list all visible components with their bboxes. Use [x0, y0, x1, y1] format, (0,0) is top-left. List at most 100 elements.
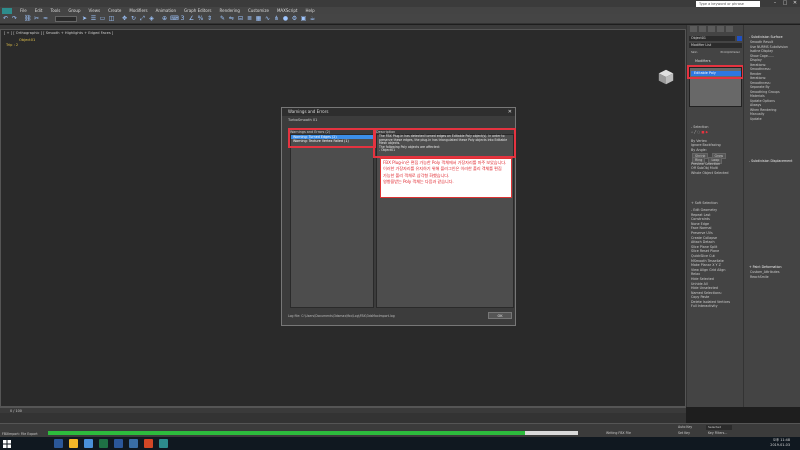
modify-tab-icon[interactable]: [699, 26, 706, 32]
select-object-icon[interactable]: ➤: [81, 15, 88, 22]
constraint-face-radio[interactable]: Face: [691, 226, 698, 230]
menu-modifiers[interactable]: Modifiers: [125, 7, 151, 14]
view-align-button[interactable]: View Align: [691, 268, 708, 272]
taskbar-word-icon[interactable]: [114, 439, 123, 448]
ok-button[interactable]: OK: [488, 312, 512, 319]
curve-editor-icon[interactable]: ∿: [264, 15, 271, 22]
warning-item-texture-vertex[interactable]: Warning: Texture Vertex Failed (1): [291, 139, 373, 143]
material-editor-icon[interactable]: ●: [282, 15, 289, 22]
schematic-view-icon[interactable]: ⋔: [273, 15, 280, 22]
layer-manager-icon[interactable]: ≣: [246, 15, 253, 22]
mirror-icon[interactable]: ⇋: [228, 15, 235, 22]
key-filters-button[interactable]: Key Filters...: [708, 431, 727, 435]
display-tab-icon[interactable]: [726, 26, 733, 32]
bind-space-warp-icon[interactable]: ≈: [42, 15, 49, 22]
align-icon[interactable]: ⊟: [237, 15, 244, 22]
object-name-field[interactable]: Object01: [689, 36, 735, 41]
spinner-snap-icon[interactable]: ⇕: [206, 15, 213, 22]
redo-icon[interactable]: ↷: [11, 15, 18, 22]
vertex-icon[interactable]: ∴: [691, 130, 693, 134]
preview-subobj-radio[interactable]: SubObj: [697, 166, 709, 170]
menu-help[interactable]: Help: [301, 7, 318, 14]
reset-plane-button[interactable]: Reset Plane: [700, 249, 719, 253]
msmooth-button[interactable]: MSmooth: [691, 259, 707, 263]
unlink-icon[interactable]: ✂: [33, 15, 40, 22]
close-window-button[interactable]: ✕: [790, 0, 800, 7]
modifier-stack[interactable]: Editable Poly: [689, 67, 742, 107]
menu-animation[interactable]: Animation: [152, 7, 180, 14]
menu-file[interactable]: File: [16, 7, 31, 14]
rectangle-select-icon[interactable]: ▭: [99, 15, 106, 22]
object-color-swatch[interactable]: [737, 36, 742, 41]
menu-create[interactable]: Create: [104, 7, 125, 14]
render-icon[interactable]: ☕: [309, 15, 316, 22]
minimize-button[interactable]: –: [770, 0, 780, 7]
constraint-none-radio[interactable]: None: [691, 222, 700, 226]
menu-customize[interactable]: Customize: [244, 7, 273, 14]
app-logo-icon[interactable]: [2, 7, 12, 14]
warnings-list[interactable]: Warning: Turned Edges (2) Warning: Textu…: [290, 134, 374, 308]
viewport-label[interactable]: [ + ] [ Orthographic ] [ Smooth + Highli…: [4, 31, 113, 35]
taskbar-powerpoint-icon[interactable]: [144, 439, 153, 448]
soft-selection-title[interactable]: + Soft Selection: [689, 201, 742, 206]
taskbar-excel-icon[interactable]: [99, 439, 108, 448]
constraint-normal-radio[interactable]: Normal: [700, 226, 712, 230]
slice-button[interactable]: Slice: [691, 249, 699, 253]
render-setup-icon[interactable]: ⚙: [291, 15, 298, 22]
quickslice-button[interactable]: QuickSlice: [691, 254, 708, 258]
edge-icon[interactable]: ╱: [694, 130, 696, 134]
named-selection-icon[interactable]: ✎: [219, 15, 226, 22]
taskbar-ie-icon[interactable]: [54, 439, 63, 448]
menu-edit[interactable]: Edit: [31, 7, 47, 14]
skin-button[interactable]: Skin: [689, 50, 699, 54]
dialog-close-button[interactable]: ✕: [508, 108, 512, 116]
motion-tab-icon[interactable]: [717, 26, 724, 32]
menu-group[interactable]: Group: [64, 7, 84, 14]
percent-snap-icon[interactable]: %: [197, 15, 204, 22]
auto-key-button[interactable]: Auto Key: [678, 425, 692, 429]
element-icon[interactable]: ◆: [705, 130, 708, 134]
angle-snap-icon[interactable]: ∠: [188, 15, 195, 22]
move-icon[interactable]: ✥: [121, 15, 128, 22]
preview-off-radio[interactable]: Off: [691, 166, 696, 170]
menu-maxscript[interactable]: MAXScript: [273, 7, 302, 14]
attach-button[interactable]: Attach: [691, 240, 702, 244]
taskbar-explorer-icon[interactable]: [69, 439, 78, 448]
reachsmile-spinner[interactable]: ReachSmile: [746, 275, 800, 280]
maximize-button[interactable]: □: [780, 0, 790, 7]
dialog-title[interactable]: Warnings and Errors: [282, 108, 515, 116]
split-checkbox[interactable]: Split: [710, 245, 717, 249]
copy-button[interactable]: Copy: [691, 295, 699, 299]
planar-z-button[interactable]: Z: [719, 263, 721, 267]
taskbar-chrome-icon[interactable]: [84, 439, 93, 448]
subdivision-displacement-title[interactable]: - Subdivision Displacement: [746, 159, 800, 164]
graphite-tools-icon[interactable]: ▦: [255, 15, 262, 22]
cut-button[interactable]: Cut: [709, 254, 715, 258]
taskbar-3dsmax-icon[interactable]: [159, 439, 168, 448]
menu-rendering[interactable]: Rendering: [216, 7, 244, 14]
tessellate-button[interactable]: Tessellate: [708, 259, 724, 263]
snap-3d-icon[interactable]: 3: [179, 15, 186, 22]
detach-button[interactable]: Detach: [703, 240, 715, 244]
select-by-name-icon[interactable]: ☰: [90, 15, 97, 22]
rotate-icon[interactable]: ↻: [130, 15, 137, 22]
viewcube-icon[interactable]: [657, 68, 675, 86]
make-planar-button[interactable]: Make Planar: [691, 263, 711, 267]
border-icon[interactable]: ◌: [697, 130, 700, 134]
set-key-button[interactable]: Set Key: [678, 431, 690, 435]
scale-icon[interactable]: ⤢: [139, 15, 146, 22]
selection-filter-dropdown[interactable]: [55, 15, 77, 22]
planar-x-button[interactable]: X: [712, 263, 714, 267]
create-tab-icon[interactable]: [690, 26, 697, 32]
modifier-list-dropdown[interactable]: Modifier List: [689, 43, 742, 48]
paste-button[interactable]: Paste: [700, 295, 709, 299]
placement-icon[interactable]: ◈: [148, 15, 155, 22]
constraint-edge-radio[interactable]: Edge: [701, 222, 709, 226]
prooptimizer-button[interactable]: ProOptimizer: [719, 50, 742, 54]
planar-y-button[interactable]: Y: [716, 263, 718, 267]
start-button[interactable]: [0, 437, 14, 450]
hierarchy-tab-icon[interactable]: [708, 26, 715, 32]
full-interactivity-checkbox[interactable]: Full Interactivity: [689, 304, 742, 309]
stack-item-editable-poly[interactable]: Editable Poly: [691, 71, 741, 76]
rendered-frame-icon[interactable]: ▣: [300, 15, 307, 22]
